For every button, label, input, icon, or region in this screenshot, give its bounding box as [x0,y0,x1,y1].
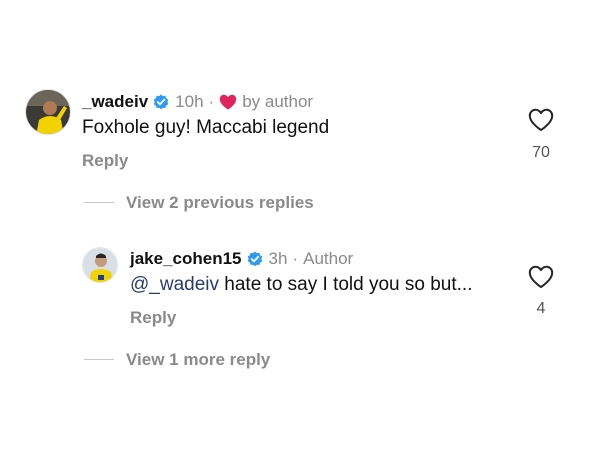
mention-link[interactable]: @_wadeiv [130,274,219,295]
reply-header: jake_cohen15 3h · Author [130,248,353,270]
like-button[interactable] [528,108,554,132]
heart-filled-icon [219,94,237,110]
reply-time: 3h [268,249,288,268]
view-previous-replies-button[interactable]: View 2 previous replies [126,193,314,213]
divider [84,359,114,360]
like-count: 70 [532,144,550,161]
heart-outline-icon [528,265,554,288]
avatar[interactable] [25,89,71,135]
reply-button[interactable]: Reply [130,308,176,328]
comment-header: _wadeiv 10h · by author [82,91,313,113]
heart-outline-icon [528,108,554,131]
meta-separator: · [292,249,299,268]
comment-time: 10h [175,92,204,111]
comment-text: Foxhole guy! Maccabi legend [82,117,330,138]
avatar[interactable] [82,247,118,283]
reply-button[interactable]: Reply [82,151,128,171]
meta-separator: · [208,92,215,111]
reply-text: @_wadeiv hate to say I told you so but..… [130,274,473,296]
like-button[interactable] [528,265,554,289]
verified-badge-icon [247,251,263,267]
reply-body: hate to say I told you so but... [219,274,473,295]
reply-username[interactable]: jake_cohen15 [130,249,242,269]
comment-username[interactable]: _wadeiv [82,92,148,112]
verified-badge-icon [153,94,169,110]
like-count: 4 [536,300,546,317]
view-more-replies-button[interactable]: View 1 more reply [126,350,270,370]
liked-by-author-label: by author [242,92,314,111]
divider [84,202,114,203]
author-label: Author [303,249,354,268]
